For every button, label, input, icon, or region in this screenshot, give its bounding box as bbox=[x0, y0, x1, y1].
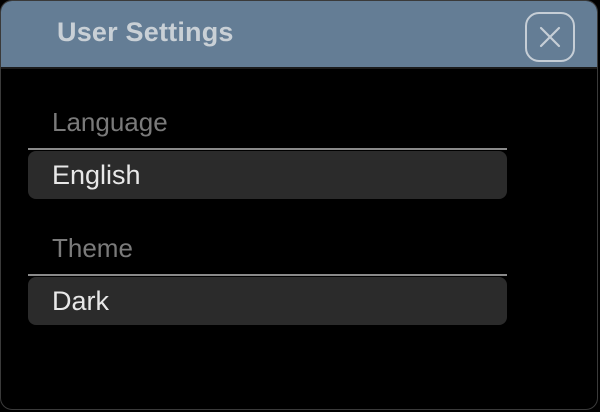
close-icon bbox=[539, 26, 561, 48]
theme-select[interactable]: Dark bbox=[28, 277, 507, 325]
title-bar: User Settings bbox=[1, 1, 597, 69]
language-select[interactable]: English bbox=[28, 151, 507, 199]
window-title: User Settings bbox=[57, 17, 234, 47]
theme-divider bbox=[28, 274, 507, 276]
language-divider bbox=[28, 148, 507, 150]
settings-window: User Settings Language English Theme Dar… bbox=[0, 0, 598, 410]
close-button[interactable] bbox=[525, 12, 575, 62]
theme-label: Theme bbox=[52, 233, 133, 263]
language-label: Language bbox=[52, 107, 168, 137]
